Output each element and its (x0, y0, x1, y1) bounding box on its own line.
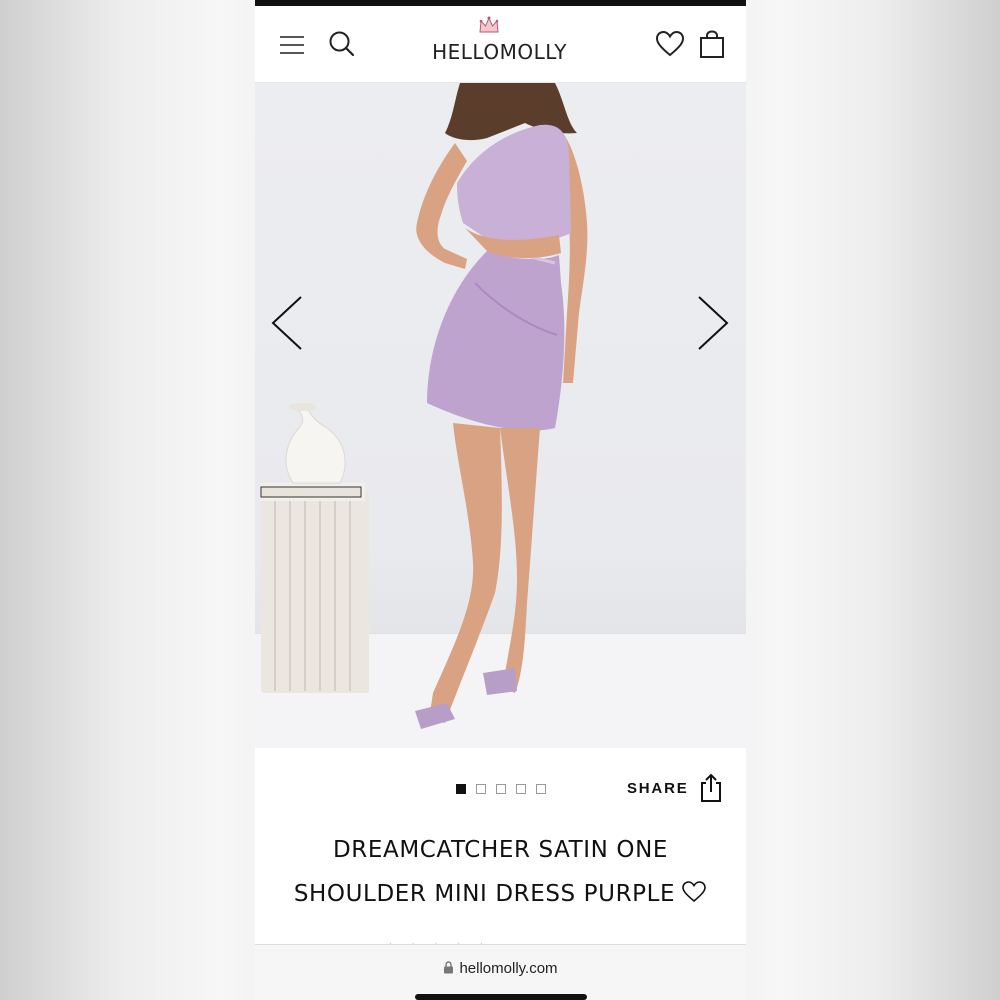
carousel-prev-button[interactable] (267, 293, 307, 353)
url-display[interactable]: hellomolly.com (255, 960, 746, 977)
brand-name: HELLOMOLLY (432, 40, 567, 64)
carousel-dot-4[interactable] (516, 784, 526, 794)
product-title-line-1: DREAMCATCHER SATIN ONE (332, 837, 669, 863)
shopping-bag-icon[interactable] (699, 30, 725, 65)
heart-icon[interactable] (655, 30, 685, 63)
search-icon[interactable] (328, 30, 356, 63)
product-title-line-2-text: SHOULDER MINI DRESS PURPLE (293, 881, 676, 907)
carousel-indicator-row: SHARE (255, 770, 746, 806)
mobile-screen: HELLOMOLLY SHARE DREAMCATCHER SATIN ONE … (255, 0, 746, 1000)
chevron-right-icon (698, 296, 729, 350)
crown-icon (479, 16, 499, 33)
carousel-dot-2[interactable] (476, 784, 486, 794)
hamburger-menu-icon[interactable] (280, 33, 306, 55)
brand-logo[interactable]: HELLOMOLLY (422, 16, 577, 70)
site-header: HELLOMOLLY (255, 6, 746, 83)
lock-icon (444, 961, 454, 974)
carousel-dot-3[interactable] (496, 784, 506, 794)
product-image-carousel[interactable] (255, 83, 746, 748)
chevron-left-icon (271, 296, 302, 350)
carousel-dot-5[interactable] (536, 784, 546, 794)
share-label: SHARE (627, 779, 689, 797)
product-title-line-2: SHOULDER MINI DRESS PURPLE (263, 872, 738, 919)
carousel-next-button[interactable] (693, 293, 733, 353)
heart-outline-icon[interactable] (681, 875, 707, 919)
browser-address-bar[interactable]: hellomolly.com (255, 944, 746, 1000)
product-title: DREAMCATCHER SATIN ONE SHOULDER MINI DRE… (255, 828, 746, 919)
product-photo (260, 83, 588, 729)
share-icon (700, 773, 721, 802)
carousel-dot-1[interactable] (456, 784, 466, 794)
url-text: hellomolly.com (459, 960, 558, 977)
home-indicator[interactable] (415, 994, 587, 1000)
share-button[interactable]: SHARE (627, 770, 723, 806)
